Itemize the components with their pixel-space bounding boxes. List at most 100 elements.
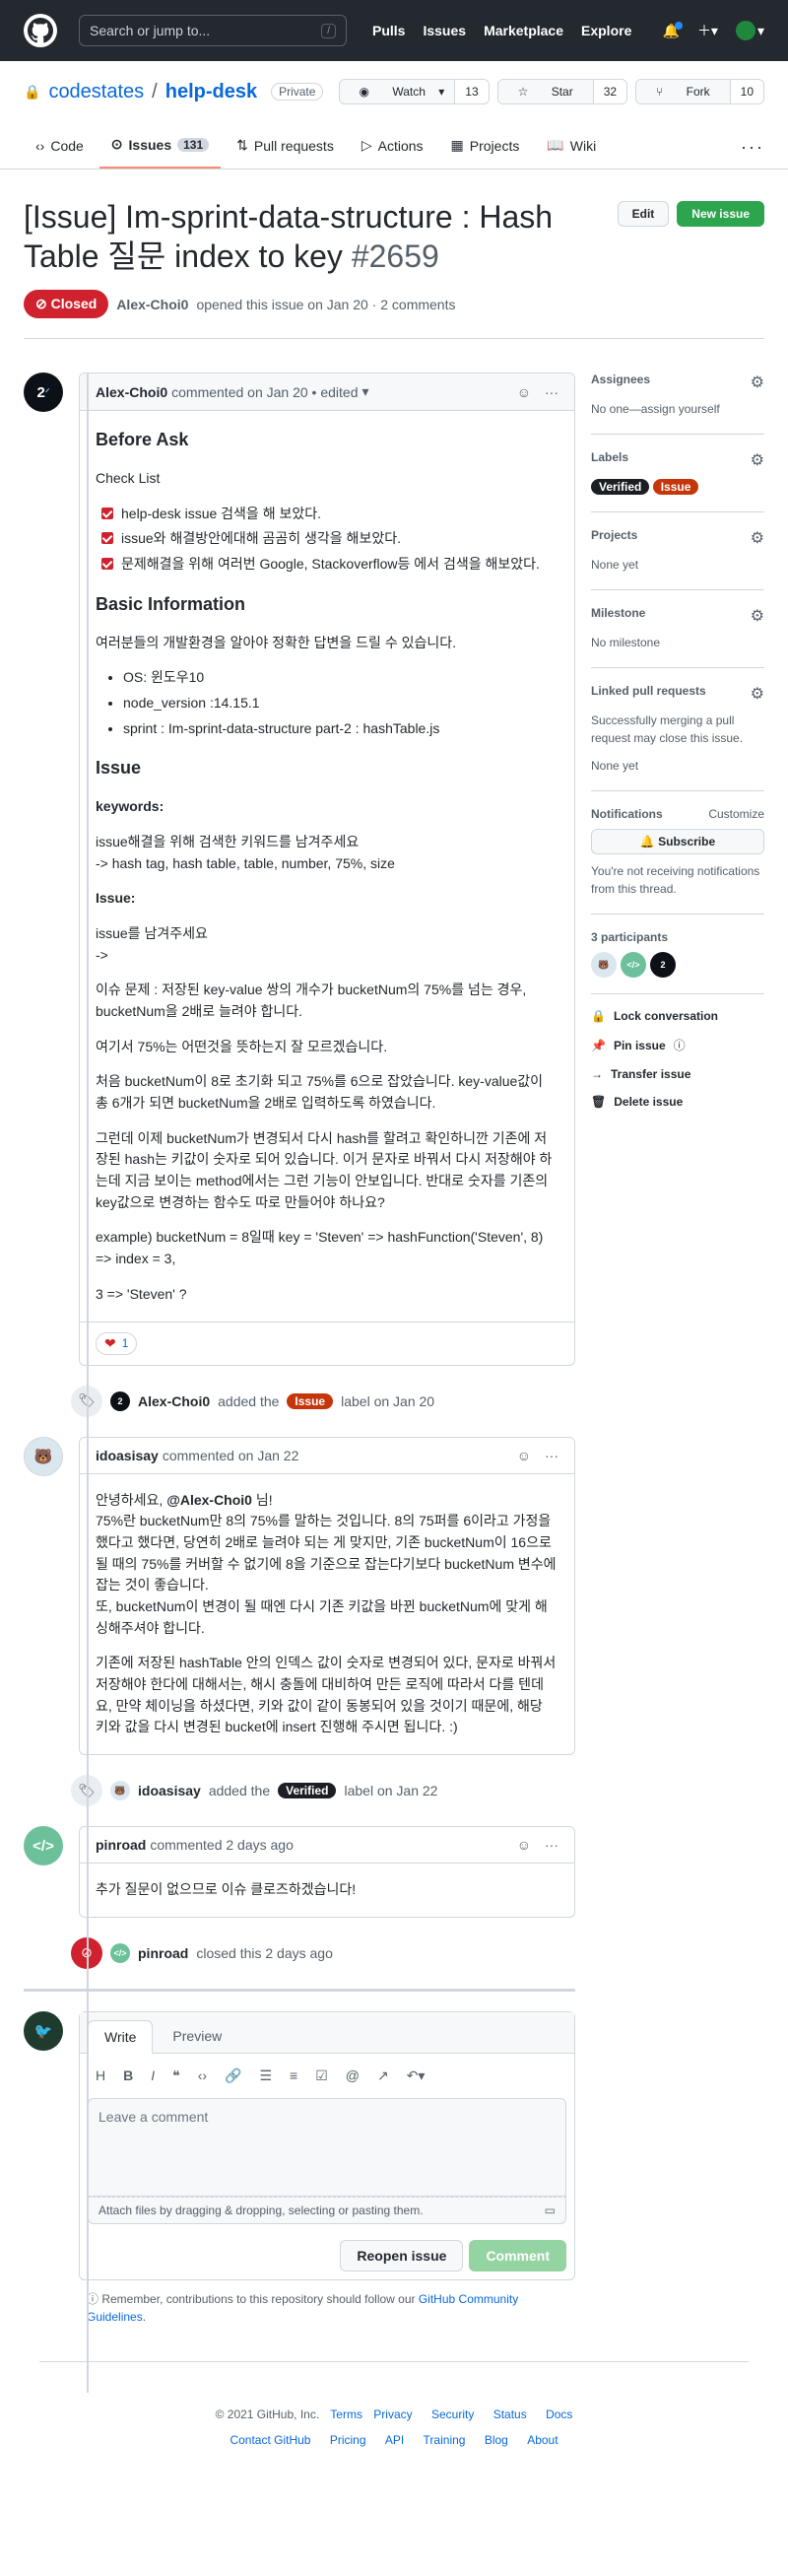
avatar[interactable]: 🐦 <box>24 2010 63 2051</box>
tab-pull-requests[interactable]: ⇅ Pull requests <box>225 127 346 168</box>
milestone-heading[interactable]: Milestone <box>591 606 645 626</box>
footer-link-privacy[interactable]: Privacy <box>373 2407 412 2421</box>
footer-link-api[interactable]: API <box>385 2433 404 2447</box>
comment-author[interactable]: pinroad <box>96 1837 146 1853</box>
comment-button[interactable]: Comment <box>469 2239 566 2271</box>
smiley-icon[interactable]: ☺ <box>517 384 531 400</box>
link-icon[interactable]: 🔗 <box>225 2068 241 2084</box>
gear-icon[interactable]: ⚙ <box>751 606 764 626</box>
avatar[interactable]: 🐻 <box>110 1781 130 1801</box>
assignees-value[interactable]: No one—assign yourself <box>591 400 764 418</box>
code-icon[interactable]: ‹› <box>198 2068 207 2084</box>
star-button[interactable]: ☆ Star 32 <box>496 79 628 104</box>
write-tab[interactable]: Write <box>88 2019 154 2054</box>
edit-title-button[interactable]: Edit <box>617 201 670 227</box>
comment-meta[interactable]: commented on Jan 20 • edited <box>171 384 358 400</box>
create-new-plus-icon[interactable]: ＋▾ <box>697 21 718 40</box>
comment-author[interactable]: idoasisay <box>96 1448 159 1463</box>
transfer-issue-link[interactable]: → Transfer issue <box>591 1060 764 1088</box>
tab-wiki[interactable]: 📖 Wiki <box>535 127 608 168</box>
bold-icon[interactable]: B <box>123 2068 133 2084</box>
verified-label-badge[interactable]: Verified <box>278 1783 337 1799</box>
notification-bell-icon[interactable]: 🔔 <box>663 21 683 39</box>
footer-link-pricing[interactable]: Pricing <box>330 2433 366 2447</box>
issue-author-link[interactable]: Alex-Choi0 <box>116 297 188 312</box>
nav-marketplace[interactable]: Marketplace <box>484 23 563 38</box>
unordered-list-icon[interactable]: ☰ <box>259 2068 272 2084</box>
tab-actions[interactable]: ▷ Actions <box>350 127 435 168</box>
footer-link-blog[interactable]: Blog <box>485 2433 508 2447</box>
footer-link-security[interactable]: Security <box>431 2407 474 2421</box>
checkbox-checked-icon[interactable] <box>101 557 113 570</box>
watch-button[interactable]: ◉ Watch ▾ 13 <box>338 79 490 104</box>
event-author[interactable]: pinroad <box>138 1945 188 1961</box>
delete-issue-link[interactable]: 🗑 Delete issue <box>591 1088 764 1116</box>
lock-conversation-link[interactable]: 🔒 Lock conversation <box>591 1002 764 1030</box>
avatar[interactable]: </> <box>110 1942 130 1963</box>
gear-icon[interactable]: ⚙ <box>751 528 764 548</box>
preview-tab[interactable]: Preview <box>157 2020 237 2053</box>
avatar[interactable]: 2 <box>110 1390 130 1411</box>
projects-heading[interactable]: Projects <box>591 528 637 548</box>
markdown-icon[interactable]: ▭ <box>545 2203 556 2217</box>
footer-link-status[interactable]: Status <box>493 2407 527 2421</box>
ordered-list-icon[interactable]: ≡ <box>290 2068 297 2084</box>
quote-icon[interactable]: ❝ <box>172 2068 180 2084</box>
avatar[interactable]: 2 <box>650 952 676 978</box>
reopen-issue-button[interactable]: Reopen issue <box>340 2239 464 2271</box>
repo-owner-link[interactable]: codestates <box>48 81 144 103</box>
fork-count[interactable]: 10 <box>729 80 763 103</box>
issue-label-badge[interactable]: Issue <box>652 479 699 495</box>
gear-icon[interactable]: ⚙ <box>751 450 764 470</box>
mention-link[interactable]: @Alex-Choi0 <box>166 1492 252 1508</box>
nav-issues[interactable]: Issues <box>423 23 466 38</box>
gear-icon[interactable]: ⚙ <box>751 373 764 392</box>
nav-explore[interactable]: Explore <box>581 23 631 38</box>
global-search-input[interactable]: Search or jump to... / <box>79 15 347 46</box>
checkbox-checked-icon[interactable] <box>101 507 113 519</box>
footer-link-docs[interactable]: Docs <box>546 2407 572 2421</box>
avatar[interactable]: 2ᐟ <box>24 373 63 412</box>
event-author[interactable]: Alex-Choi0 <box>138 1393 210 1409</box>
tab-code[interactable]: ‹› Code <box>24 128 96 168</box>
comment-author[interactable]: Alex-Choi0 <box>96 384 167 400</box>
footer-link-contact[interactable]: Contact GitHub <box>230 2433 310 2447</box>
nav-pulls[interactable]: Pulls <box>372 23 405 38</box>
user-avatar-menu[interactable]: ▾ <box>735 21 764 40</box>
github-logo-icon[interactable] <box>24 14 57 47</box>
attach-files-bar[interactable]: Attach files by dragging & dropping, sel… <box>88 2196 566 2224</box>
linked-prs-heading[interactable]: Linked pull requests <box>591 684 706 704</box>
customize-link[interactable]: Customize <box>708 807 764 821</box>
comment-meta[interactable]: commented 2 days ago <box>150 1837 294 1853</box>
avatar[interactable]: 🐻 <box>24 1436 63 1476</box>
avatar[interactable]: </> <box>24 1826 63 1866</box>
checkbox-checked-icon[interactable] <box>101 532 113 545</box>
more-options-icon[interactable]: ··· <box>741 137 764 158</box>
verified-label-badge[interactable]: Verified <box>591 479 650 495</box>
new-issue-button[interactable]: New issue <box>677 201 764 227</box>
subscribe-button[interactable]: 🔔 Subscribe <box>591 829 764 854</box>
assignees-heading[interactable]: Assignees <box>591 373 650 392</box>
smiley-icon[interactable]: ☺ <box>517 1448 531 1463</box>
footer-link-training[interactable]: Training <box>424 2433 466 2447</box>
smiley-icon[interactable]: ☺ <box>517 1837 531 1853</box>
tab-issues[interactable]: ⊙ Issues 131 <box>98 126 222 169</box>
watch-count[interactable]: 13 <box>454 80 489 103</box>
star-count[interactable]: 32 <box>592 80 627 103</box>
kebab-menu-icon[interactable]: ··· <box>545 1837 558 1853</box>
chevron-down-icon[interactable]: ▾ <box>361 383 368 400</box>
footer-link-about[interactable]: About <box>527 2433 558 2447</box>
mention-icon[interactable]: @ <box>346 2068 360 2084</box>
comment-meta[interactable]: commented on Jan 22 <box>163 1448 299 1463</box>
heading-icon[interactable]: H <box>96 2068 105 2084</box>
gear-icon[interactable]: ⚙ <box>751 684 764 704</box>
pin-issue-link[interactable]: 📌 Pin issue ⓘ <box>591 1030 764 1060</box>
tab-projects[interactable]: ▦ Projects <box>439 127 532 168</box>
footer-link-terms[interactable]: Terms <box>330 2407 362 2421</box>
labels-heading[interactable]: Labels <box>591 450 628 470</box>
reply-icon[interactable]: ↶▾ <box>407 2068 426 2084</box>
fork-button[interactable]: ⑂ Fork 10 <box>635 79 764 104</box>
avatar[interactable]: </> <box>621 952 646 978</box>
heart-reaction-button[interactable]: ❤ 1 <box>96 1331 138 1355</box>
italic-icon[interactable]: I <box>151 2068 155 2084</box>
